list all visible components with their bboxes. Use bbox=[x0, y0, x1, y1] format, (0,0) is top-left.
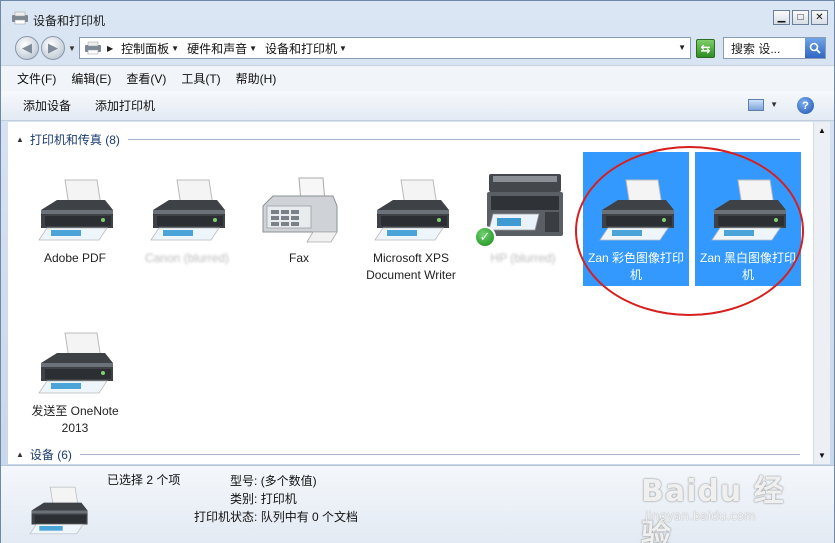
title-bar[interactable]: 设备和打印机 ▁ □ ✕ bbox=[1, 1, 834, 33]
device-tile[interactable]: 发送至 OneNote 2013 bbox=[22, 305, 128, 439]
fax-icon bbox=[262, 177, 338, 243]
maximize-button[interactable]: □ bbox=[792, 10, 809, 25]
breadcrumb-root-chevron[interactable]: ▶ bbox=[105, 44, 117, 53]
device-list: ▲ 打印机和传真 (8) Adobe PDF Canon (blurred) F… bbox=[8, 122, 813, 464]
command-bar: 添加设备 添加打印机 ▼ ? bbox=[1, 91, 834, 121]
breadcrumb-devices-printers[interactable]: 设备和打印机 ▼ bbox=[265, 40, 351, 57]
change-view-icon[interactable] bbox=[748, 99, 764, 111]
help-icon: ? bbox=[802, 99, 809, 112]
device-tile[interactable]: Microsoft XPS Document Writer bbox=[358, 152, 464, 286]
refresh-button[interactable]: ⇆ bbox=[696, 39, 715, 58]
close-icon: ✕ bbox=[815, 11, 824, 23]
chevron-down-icon: ▼ bbox=[339, 43, 347, 53]
search-input[interactable]: 搜索 设... bbox=[723, 37, 826, 59]
device-label-obscured: Canon (blurred) bbox=[144, 251, 230, 265]
detail-value: 打印机 bbox=[260, 492, 297, 506]
add-printer-button[interactable]: 添加打印机 bbox=[95, 97, 155, 114]
detail-category: 类别: 打印机 bbox=[230, 490, 297, 507]
device-label: Adobe PDF bbox=[43, 251, 107, 265]
printer-icon bbox=[374, 179, 449, 241]
group-divider bbox=[127, 138, 800, 140]
back-arrow-icon: ◀ bbox=[22, 40, 32, 55]
chevron-down-icon: ▼ bbox=[249, 43, 258, 53]
help-button[interactable]: ? bbox=[797, 97, 814, 114]
close-button[interactable]: ✕ bbox=[811, 10, 828, 25]
detail-value: 队列中有 0 个文档 bbox=[260, 510, 359, 524]
device-tile-default[interactable]: HP (blurred) bbox=[470, 152, 576, 286]
printer-icon bbox=[711, 179, 786, 241]
window-title: 设备和打印机 bbox=[33, 14, 106, 28]
menu-tools[interactable]: 工具(T) bbox=[181, 70, 220, 87]
device-tile-selected[interactable]: Zan 黑白图像打印机 bbox=[695, 152, 801, 286]
detail-printer-status: 打印机状态: 队列中有 0 个文档 bbox=[194, 508, 358, 525]
device-tile[interactable]: Canon (blurred) bbox=[134, 152, 240, 286]
refresh-icon: ⇆ bbox=[700, 41, 711, 56]
device-label-obscured: HP (blurred) bbox=[490, 251, 556, 265]
group-header-devices[interactable]: ▲ 设备 (6) bbox=[8, 445, 808, 463]
printer-icon bbox=[150, 179, 225, 241]
minimize-icon: ▁ bbox=[777, 11, 786, 23]
device-tile[interactable]: Fax bbox=[246, 152, 352, 286]
devices-printers-icon bbox=[85, 41, 101, 55]
recent-pages-dropdown[interactable]: ▼ bbox=[68, 44, 76, 53]
search-button[interactable] bbox=[805, 38, 825, 58]
device-label: Fax bbox=[288, 251, 309, 265]
search-placeholder: 搜索 设... bbox=[731, 41, 781, 56]
device-label: 发送至 OneNote 2013 bbox=[31, 404, 119, 435]
device-label: Zan 黑白图像打印机 bbox=[699, 251, 796, 282]
device-label: Microsoft XPS Document Writer bbox=[366, 251, 456, 282]
chevron-right-icon: ▶ bbox=[107, 43, 114, 53]
detail-value: (多个数值) bbox=[260, 474, 317, 488]
collapse-triangle-icon: ▲ bbox=[16, 134, 24, 144]
forward-button[interactable]: ▶ bbox=[41, 36, 65, 60]
detail-model: 型号: (多个数值) bbox=[230, 472, 317, 489]
forward-arrow-icon: ▶ bbox=[48, 40, 58, 55]
details-pane: 已选择 2 个项 型号: (多个数值) 类别: 打印机 打印机状态: 队列中有 … bbox=[1, 465, 834, 543]
address-history-dropdown[interactable]: ▼ bbox=[678, 43, 686, 52]
printer-icon bbox=[38, 179, 113, 241]
menu-bar: 文件(F) 编辑(E) 查看(V) 工具(T) 帮助(H) bbox=[1, 65, 834, 91]
search-icon bbox=[809, 42, 821, 54]
device-tile[interactable]: Adobe PDF bbox=[22, 152, 128, 286]
breadcrumb-hardware-sound[interactable]: 硬件和声音 ▼ bbox=[187, 40, 261, 57]
device-tile-selected[interactable]: Zan 彩色图像打印机 bbox=[583, 152, 689, 286]
default-printer-check-icon: ✓ bbox=[474, 226, 496, 248]
minimize-button[interactable]: ▁ bbox=[773, 10, 790, 25]
back-button[interactable]: ◀ bbox=[15, 36, 39, 60]
chevron-down-icon: ▼ bbox=[171, 43, 180, 53]
menu-help[interactable]: 帮助(H) bbox=[236, 70, 277, 87]
printer-icon bbox=[599, 179, 674, 241]
detail-key: 型号: bbox=[230, 474, 258, 488]
add-device-button[interactable]: 添加设备 bbox=[23, 97, 71, 114]
vertical-scrollbar[interactable]: ▲ ▼ bbox=[813, 122, 830, 464]
navigation-bar: ◀ ▶ ▼ ▶ 控制面板 ▼ 硬件和声音 ▼ 设备和打印机 ▼ ▼ ⇆ 搜索 设... bbox=[1, 34, 834, 64]
devices-printers-icon bbox=[12, 11, 28, 25]
explorer-window: 设备和打印机 ▁ □ ✕ ◀ ▶ ▼ ▶ 控制面板 ▼ 硬件和声音 ▼ 设备和打印机… bbox=[0, 0, 835, 543]
menu-view[interactable]: 查看(V) bbox=[126, 70, 166, 87]
device-label: Zan 彩色图像打印机 bbox=[587, 251, 684, 282]
breadcrumb-control-panel[interactable]: 控制面板 ▼ bbox=[121, 40, 183, 57]
printer-icon bbox=[38, 332, 113, 394]
printer-icon bbox=[29, 486, 88, 535]
view-options-dropdown[interactable]: ▼ bbox=[770, 100, 778, 109]
address-bar[interactable]: ▶ 控制面板 ▼ 硬件和声音 ▼ 设备和打印机 ▼ ▼ bbox=[79, 37, 691, 59]
collapse-triangle-icon: ▲ bbox=[16, 449, 24, 459]
scroll-down-button[interactable]: ▼ bbox=[814, 447, 830, 464]
detail-key: 打印机状态: bbox=[194, 510, 258, 524]
group-header-printers[interactable]: ▲ 打印机和传真 (8) bbox=[8, 130, 808, 148]
selection-count: 已选择 2 个项 bbox=[107, 473, 181, 487]
detail-key: 类别: bbox=[230, 492, 258, 506]
group-divider bbox=[79, 453, 800, 455]
menu-file[interactable]: 文件(F) bbox=[17, 70, 56, 87]
scroll-up-button[interactable]: ▲ bbox=[814, 122, 830, 139]
maximize-icon: □ bbox=[797, 11, 804, 23]
menu-edit[interactable]: 编辑(E) bbox=[71, 70, 111, 87]
